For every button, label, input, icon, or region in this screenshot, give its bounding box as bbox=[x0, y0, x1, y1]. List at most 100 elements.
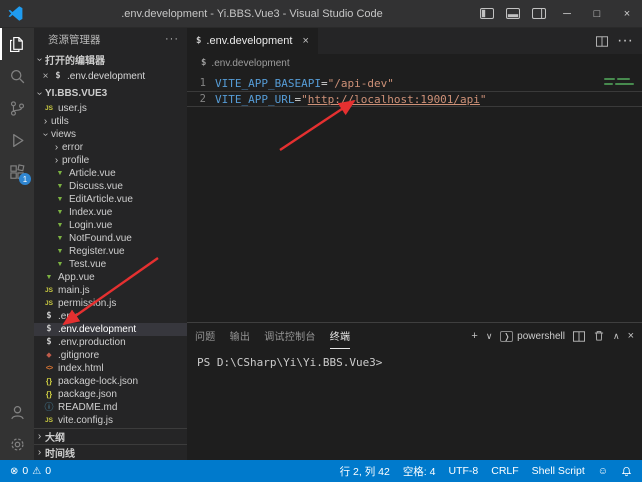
tab-close-icon[interactable]: × bbox=[302, 35, 308, 47]
project-root-section[interactable]: › YI.BBS.VUE3 bbox=[34, 84, 187, 102]
file-tree: JSuser.js›utils›views›error›profile▼Arti… bbox=[34, 102, 187, 428]
tree-item-error[interactable]: ›error bbox=[34, 141, 187, 154]
tree-item-Login.vue[interactable]: ▼Login.vue bbox=[34, 219, 187, 232]
status-right: 行 2, 列 42 空格: 4 UTF-8 CRLF Shell Script … bbox=[340, 464, 632, 479]
tree-item-index.html[interactable]: <>index.html bbox=[34, 362, 187, 375]
file-name: .gitignore bbox=[58, 350, 99, 361]
problems-status[interactable]: ⊗ 0 ⚠ 0 bbox=[10, 465, 51, 477]
eol-sequence[interactable]: CRLF bbox=[491, 465, 518, 477]
env-file-icon: $ bbox=[196, 35, 201, 48]
search-icon[interactable] bbox=[0, 60, 34, 92]
notifications-bell-icon[interactable] bbox=[621, 466, 632, 477]
line-number: 2 bbox=[187, 93, 215, 105]
account-icon[interactable] bbox=[0, 396, 34, 428]
split-terminal-icon[interactable] bbox=[573, 331, 585, 342]
tree-item-utils[interactable]: ›utils bbox=[34, 115, 187, 128]
close-panel-icon[interactable]: × bbox=[628, 330, 634, 342]
layout-sidebar-toggle-icon[interactable] bbox=[474, 0, 500, 27]
warning-count: 0 bbox=[45, 465, 51, 477]
tree-item-Article.vue[interactable]: ▼Article.vue bbox=[34, 167, 187, 180]
terminal-content[interactable]: PS D:\CSharp\Yi\Yi.BBS.Vue3> bbox=[187, 349, 642, 460]
terminal-dropdown-chevron-icon[interactable]: ∨ bbox=[486, 331, 493, 342]
tree-item-Index.vue[interactable]: ▼Index.vue bbox=[34, 206, 187, 219]
tree-item-vite.config.js[interactable]: JSvite.config.js bbox=[34, 414, 187, 427]
code-line-2[interactable]: 2VITE_APP_URL="http://localhost:19001/ap… bbox=[187, 91, 642, 107]
new-terminal-icon[interactable]: + bbox=[471, 330, 477, 342]
file-name: profile bbox=[62, 155, 89, 166]
minimap[interactable] bbox=[602, 75, 640, 85]
maximize-button[interactable]: □ bbox=[582, 0, 612, 27]
tab-env-development[interactable]: $ .env.development × bbox=[187, 28, 318, 54]
panel-tab-4[interactable]: 终端 bbox=[330, 323, 351, 349]
close-editor-icon[interactable]: × bbox=[39, 71, 52, 82]
file-name: App.vue bbox=[58, 272, 95, 283]
settings-gear-icon[interactable] bbox=[0, 428, 34, 460]
encoding[interactable]: UTF-8 bbox=[449, 465, 479, 477]
tree-item-Test.vue[interactable]: ▼Test.vue bbox=[34, 258, 187, 271]
tree-item-views[interactable]: ›views bbox=[34, 128, 187, 141]
chevron-collapsed-icon: › bbox=[51, 155, 62, 166]
breadcrumb[interactable]: $ .env.development bbox=[187, 54, 642, 72]
tree-item-.gitignore[interactable]: ◆.gitignore bbox=[34, 349, 187, 362]
line-number: 1 bbox=[187, 77, 215, 89]
layout-panel-toggle-icon[interactable] bbox=[500, 0, 526, 27]
file-name: Login.vue bbox=[69, 220, 112, 231]
file-name: Index.vue bbox=[69, 207, 112, 218]
tree-item-EditArticle.vue[interactable]: ▼EditArticle.vue bbox=[34, 193, 187, 206]
breadcrumb-file[interactable]: .env.development bbox=[211, 58, 289, 69]
split-editor-icon[interactable] bbox=[596, 36, 608, 47]
code-lines: 1VITE_APP_BASEAPI="/api-dev"2VITE_APP_UR… bbox=[187, 75, 642, 107]
explorer-icon[interactable] bbox=[0, 28, 34, 60]
open-editor-item[interactable]: × $ .env.development bbox=[34, 68, 187, 84]
tree-item-App.vue[interactable]: ▼App.vue bbox=[34, 271, 187, 284]
timeline-section[interactable]: › 时间线 bbox=[34, 444, 187, 460]
tree-item-permission.js[interactable]: JSpermission.js bbox=[34, 297, 187, 310]
vue-file-icon: ▼ bbox=[43, 271, 55, 284]
maximize-panel-icon[interactable]: ∧ bbox=[613, 331, 620, 342]
vscode-window: .env.development - Yi.BBS.Vue3 - Visual … bbox=[0, 0, 642, 482]
cursor-position[interactable]: 行 2, 列 42 bbox=[340, 464, 390, 479]
panel-tab-2[interactable]: 输出 bbox=[230, 323, 251, 349]
tree-item-profile[interactable]: ›profile bbox=[34, 154, 187, 167]
outline-section[interactable]: › 大纲 bbox=[34, 428, 187, 444]
minimize-button[interactable]: ─ bbox=[552, 0, 582, 27]
kill-terminal-trash-icon[interactable] bbox=[593, 330, 605, 342]
open-editors-section[interactable]: › 打开的编辑器 bbox=[34, 50, 187, 68]
feedback-smiley-icon[interactable]: ☺ bbox=[598, 466, 608, 477]
tree-item-package-lock.json[interactable]: {}package-lock.json bbox=[34, 375, 187, 388]
code-line-1[interactable]: 1VITE_APP_BASEAPI="/api-dev" bbox=[187, 75, 642, 91]
file-name: EditArticle.vue bbox=[69, 194, 133, 205]
extensions-icon[interactable]: 1 bbox=[0, 156, 34, 188]
open-editor-name: .env.development bbox=[67, 71, 145, 82]
tree-item-NotFound.vue[interactable]: ▼NotFound.vue bbox=[34, 232, 187, 245]
tree-item-Discuss.vue[interactable]: ▼Discuss.vue bbox=[34, 180, 187, 193]
panel-tab-3[interactable]: 调试控制台 bbox=[264, 323, 316, 349]
tree-item-.env.production[interactable]: $.env.production bbox=[34, 336, 187, 349]
source-control-icon[interactable] bbox=[0, 92, 34, 124]
editor-actions: ··· bbox=[596, 28, 642, 54]
tree-item-Register.vue[interactable]: ▼Register.vue bbox=[34, 245, 187, 258]
chevron-collapsed-icon: › bbox=[51, 142, 62, 153]
sidebar-more-actions-icon[interactable]: ··· bbox=[165, 33, 179, 45]
close-button[interactable]: × bbox=[612, 0, 642, 27]
language-mode[interactable]: Shell Script bbox=[532, 465, 585, 477]
shell-selector[interactable]: ❭ powershell bbox=[500, 331, 565, 342]
tree-item-README.md[interactable]: ⓘREADME.md bbox=[34, 401, 187, 414]
tree-item-package.json[interactable]: {}package.json bbox=[34, 388, 187, 401]
chevron-expanded-icon: › bbox=[34, 54, 45, 65]
sidebar-title: 资源管理器 bbox=[48, 32, 101, 47]
file-name: vite.config.js bbox=[58, 415, 113, 426]
layout-secondary-sidebar-toggle-icon[interactable] bbox=[526, 0, 552, 27]
run-debug-icon[interactable] bbox=[0, 124, 34, 156]
editor-more-actions-icon[interactable]: ··· bbox=[617, 32, 633, 50]
tree-item-.env.development[interactable]: $.env.development bbox=[34, 323, 187, 336]
tree-item-user.js[interactable]: JSuser.js bbox=[34, 102, 187, 115]
tree-item-main.js[interactable]: JSmain.js bbox=[34, 284, 187, 297]
editor-group: $ .env.development × ··· $ .env.developm… bbox=[187, 28, 642, 460]
indentation[interactable]: 空格: 4 bbox=[403, 464, 436, 479]
file-name: Discuss.vue bbox=[69, 181, 123, 192]
file-name: main.js bbox=[58, 285, 90, 296]
panel-tab-1[interactable]: 问题 bbox=[195, 323, 216, 349]
code-editor[interactable]: 1VITE_APP_BASEAPI="/api-dev"2VITE_APP_UR… bbox=[187, 72, 642, 322]
tree-item-.env[interactable]: $.env bbox=[34, 310, 187, 323]
